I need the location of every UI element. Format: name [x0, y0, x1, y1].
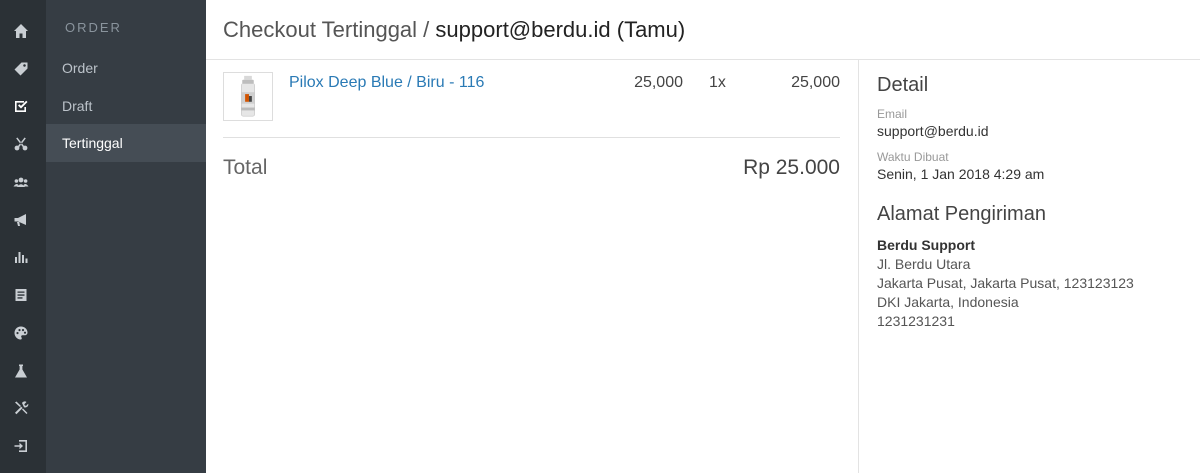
detail-heading: Detail — [877, 74, 929, 96]
created-label: Waktu Dibuat — [877, 150, 949, 164]
total-label: Total — [223, 156, 268, 179]
breadcrumb-separator: / — [423, 17, 430, 42]
subnav-item-tertinggal[interactable]: Tertinggal — [46, 124, 206, 162]
email-label: Email — [877, 107, 908, 121]
document-icon[interactable] — [11, 285, 31, 305]
order-subnav: ORDER Order Draft Tertinggal — [46, 0, 206, 473]
icon-sidebar — [0, 0, 46, 473]
created-value: Senin, 1 Jan 2018 4:29 am — [877, 166, 1045, 182]
users-icon[interactable] — [11, 172, 31, 192]
subnav-item-order[interactable]: Order — [46, 49, 206, 87]
shipping-phone: 1231231231 — [877, 313, 955, 329]
total-value: Rp 25.000 — [743, 156, 840, 179]
home-icon[interactable] — [11, 21, 31, 41]
product-name-link[interactable]: Pilox Deep Blue / Biru - 116 — [289, 74, 484, 92]
shipping-heading: Alamat Pengiriman — [877, 203, 1046, 225]
shipping-city: Jakarta Pusat, Jakarta Pusat, 123123123 — [877, 275, 1134, 291]
logout-icon[interactable] — [11, 436, 31, 456]
megaphone-icon[interactable] — [11, 210, 31, 230]
main-content: Checkout Tertinggal / support@berdu.id (… — [206, 0, 1200, 473]
tools-icon[interactable] — [11, 398, 31, 418]
item-subtotal: 25,000 — [791, 74, 840, 91]
subnav-item-draft[interactable]: Draft — [46, 87, 206, 125]
detail-panel: Detail Email support@berdu.id Waktu Dibu… — [858, 60, 1200, 473]
flask-icon[interactable] — [11, 361, 31, 381]
palette-icon[interactable] — [11, 323, 31, 343]
checkbox-icon[interactable] — [11, 96, 31, 116]
line-item-row: Pilox Deep Blue / Biru - 116 25,000 1x 2… — [223, 72, 840, 122]
breadcrumb: Checkout Tertinggal / support@berdu.id (… — [223, 17, 685, 43]
scissors-icon[interactable] — [11, 134, 31, 154]
page-title: support@berdu.id (Tamu) — [435, 17, 686, 42]
breadcrumb-section[interactable]: Checkout Tertinggal — [223, 17, 417, 42]
shipping-name: Berdu Support — [877, 237, 975, 253]
item-price: 25,000 — [634, 74, 683, 91]
product-thumbnail — [223, 72, 273, 121]
item-quantity: 1x — [709, 74, 726, 91]
subnav-heading: ORDER — [65, 20, 122, 35]
tag-icon[interactable] — [11, 59, 31, 79]
bar-chart-icon[interactable] — [11, 247, 31, 267]
spray-can-image — [240, 75, 256, 117]
total-divider — [223, 137, 840, 138]
shipping-street: Jl. Berdu Utara — [877, 256, 971, 272]
page-header: Checkout Tertinggal / support@berdu.id (… — [206, 0, 1200, 60]
email-value: support@berdu.id — [877, 123, 989, 139]
shipping-region: DKI Jakarta, Indonesia — [877, 294, 1019, 310]
